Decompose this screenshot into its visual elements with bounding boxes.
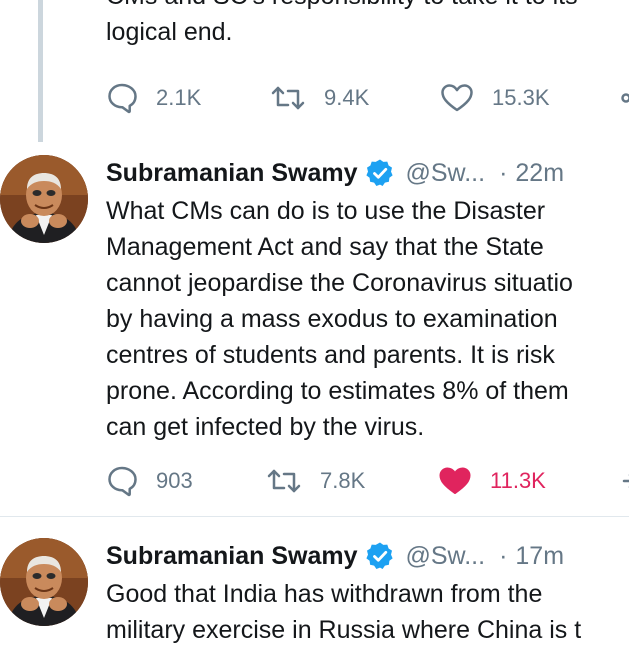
heart-icon xyxy=(438,465,472,497)
speech-bubble-icon xyxy=(106,82,138,114)
share-button[interactable] xyxy=(618,461,629,501)
heart-icon xyxy=(440,82,474,114)
previous-tweet-actions: 2.1K 9.4K 15.3K xyxy=(106,78,629,118)
previous-tweet-line: CMs and SC's responsibility to take it t… xyxy=(106,0,578,10)
tweet-timestamp[interactable]: 17m xyxy=(515,542,564,571)
share-icon xyxy=(620,82,629,114)
share-button[interactable] xyxy=(620,78,629,118)
tweet-divider xyxy=(0,516,629,517)
tweet-header: Subramanian Swamy @Sw... · 17m xyxy=(106,538,564,574)
like-button[interactable]: 11.3K xyxy=(438,461,546,501)
thread-connector-line xyxy=(38,0,43,142)
like-button[interactable]: 15.3K xyxy=(440,78,550,118)
retweet-button[interactable]: 7.8K xyxy=(266,461,365,501)
retweet-button[interactable]: 9.4K xyxy=(270,78,369,118)
speech-bubble-icon xyxy=(106,465,138,497)
author-name[interactable]: Subramanian Swamy xyxy=(106,159,357,188)
reply-button[interactable]: 903 xyxy=(106,461,193,501)
tweet-text: Good that India has withdrawn from the m… xyxy=(106,576,629,648)
retweet-count: 9.4K xyxy=(324,85,369,111)
retweet-arrows-icon xyxy=(266,465,302,497)
separator-dot: · xyxy=(499,159,507,188)
avatar[interactable] xyxy=(0,538,88,626)
tweet-header: Subramanian Swamy @Sw... · 22m xyxy=(106,155,564,191)
tweet-timestamp[interactable]: 22m xyxy=(515,159,564,188)
avatar[interactable] xyxy=(0,155,88,243)
author-name[interactable]: Subramanian Swamy xyxy=(106,542,357,571)
reply-count: 903 xyxy=(156,468,193,494)
like-count: 15.3K xyxy=(492,85,550,111)
author-handle[interactable]: @Sw... xyxy=(405,159,485,188)
reply-button[interactable]: 2.1K xyxy=(106,78,201,118)
tweet-text: What CMs can do is to use the Disaster M… xyxy=(106,193,629,445)
author-handle[interactable]: @Sw... xyxy=(405,542,485,571)
reply-count: 2.1K xyxy=(156,85,201,111)
share-icon xyxy=(618,465,629,497)
separator-dot: · xyxy=(499,542,507,571)
tweet-actions: 903 7.8K 11.3K xyxy=(106,461,629,501)
like-count: 11.3K xyxy=(490,468,546,494)
retweet-arrows-icon xyxy=(270,82,306,114)
previous-tweet-line: logical end. xyxy=(106,18,232,46)
retweet-count: 7.8K xyxy=(320,468,365,494)
verified-badge-icon xyxy=(365,541,395,571)
previous-tweet-text: CMs and SC's responsibility to take it t… xyxy=(106,0,629,50)
verified-badge-icon xyxy=(365,158,395,188)
